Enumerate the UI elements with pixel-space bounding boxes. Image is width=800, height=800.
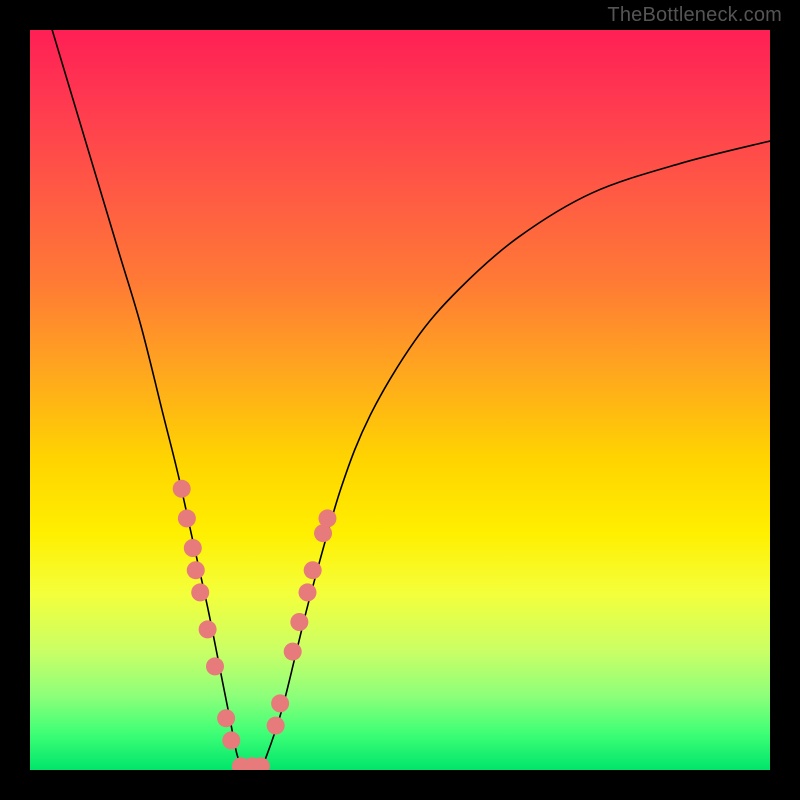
curve-marker [284, 643, 302, 661]
curve-marker [299, 583, 317, 601]
watermark-text: TheBottleneck.com [607, 4, 782, 27]
curve-markers [173, 480, 337, 770]
curve-layer [30, 30, 770, 770]
curve-marker [267, 717, 285, 735]
curve-marker [217, 709, 235, 727]
curve-marker [187, 561, 205, 579]
curve-marker [178, 509, 196, 527]
curve-marker [290, 613, 308, 631]
bottleneck-curve [52, 30, 770, 770]
chart-frame: TheBottleneck.com [0, 0, 800, 800]
curve-marker [206, 657, 224, 675]
curve-marker [184, 539, 202, 557]
curve-marker [222, 731, 240, 749]
curve-marker [191, 583, 209, 601]
curve-marker [173, 480, 191, 498]
curve-marker [318, 509, 336, 527]
curve-marker [271, 694, 289, 712]
curve-marker [304, 561, 322, 579]
curve-marker [199, 620, 217, 638]
plot-area [30, 30, 770, 770]
